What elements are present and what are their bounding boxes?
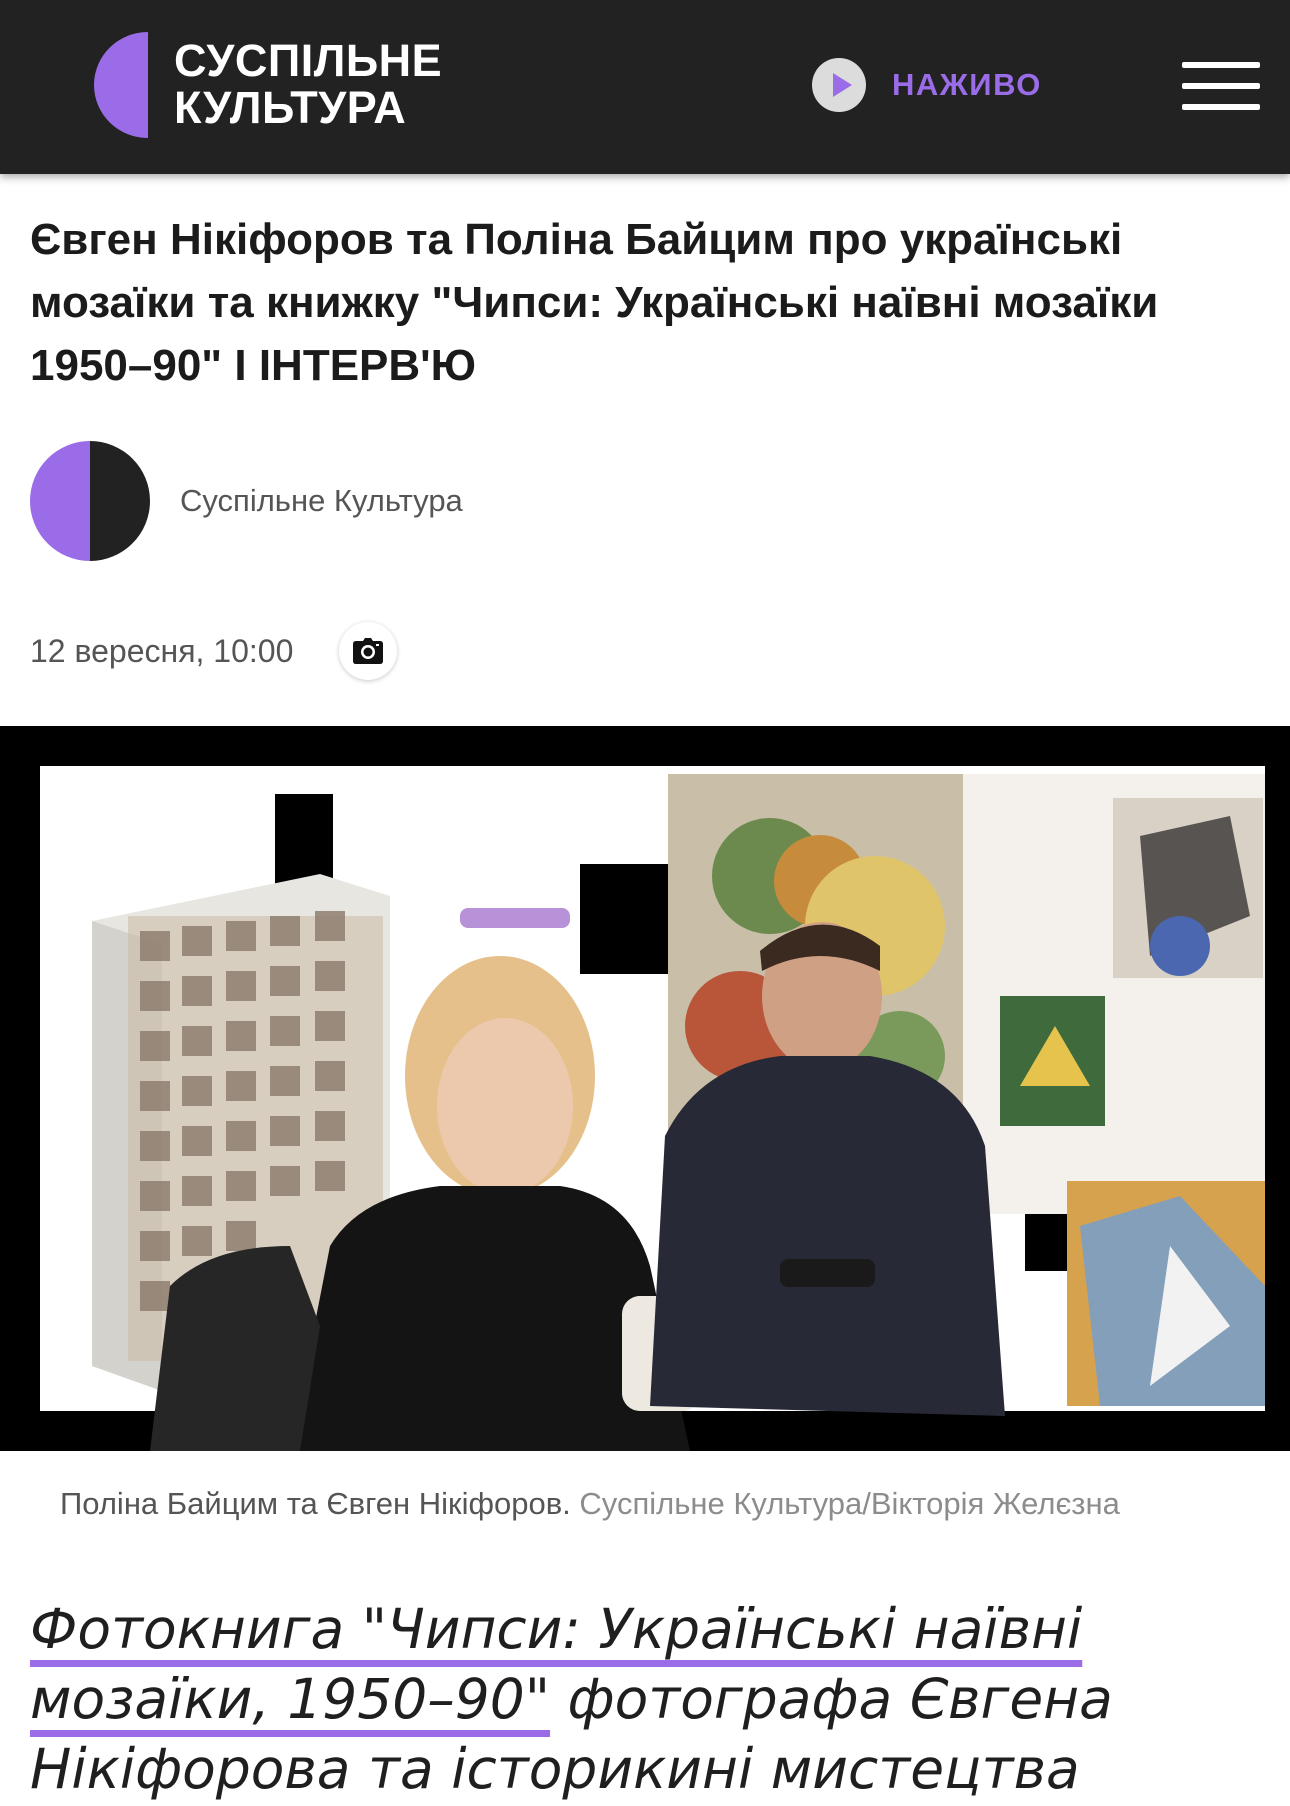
logo-text: СУСПІЛЬНЕ КУЛЬТУРА — [174, 37, 442, 131]
author-block[interactable]: Суспільне Культура — [30, 440, 463, 562]
camera-icon[interactable] — [339, 622, 398, 680]
image-caption: Поліна Байцим та Євген Нікіфоров. Суспіл… — [60, 1486, 1280, 1522]
live-label: НАЖИВО — [892, 67, 1042, 102]
logo-mark-icon — [94, 32, 148, 138]
author-avatar[interactable] — [30, 441, 150, 561]
article-lead: Фотокнига "Чипси: Українські наївні моза… — [30, 1594, 1270, 1806]
hero-collage-illustration — [0, 726, 1290, 1451]
publish-date: 12 вересня, 10:00 — [30, 632, 294, 669]
meta-row: 12 вересня, 10:00 — [30, 620, 398, 682]
article-title: Євген Нікіфоров та Поліна Байцим про укр… — [30, 215, 1159, 390]
site-header: СУСПІЛЬНЕ КУЛЬТУРА НАЖИВО — [0, 0, 1290, 174]
caption-credit: Суспільне Культура/Вікторія Желєзна — [579, 1486, 1120, 1521]
author-name[interactable]: Суспільне Культура — [180, 483, 463, 519]
hamburger-menu-icon[interactable] — [1182, 62, 1260, 110]
logo-line-2: КУЛЬТУРА — [174, 82, 407, 133]
hero-image — [0, 726, 1290, 1451]
play-icon — [812, 58, 866, 112]
caption-text: Поліна Байцим та Євген Нікіфоров. — [60, 1486, 571, 1521]
logo-line-1: СУСПІЛЬНЕ — [174, 35, 443, 86]
site-logo[interactable]: СУСПІЛЬНЕ КУЛЬТУРА — [94, 30, 494, 142]
live-button[interactable]: НАЖИВО — [812, 56, 1042, 114]
